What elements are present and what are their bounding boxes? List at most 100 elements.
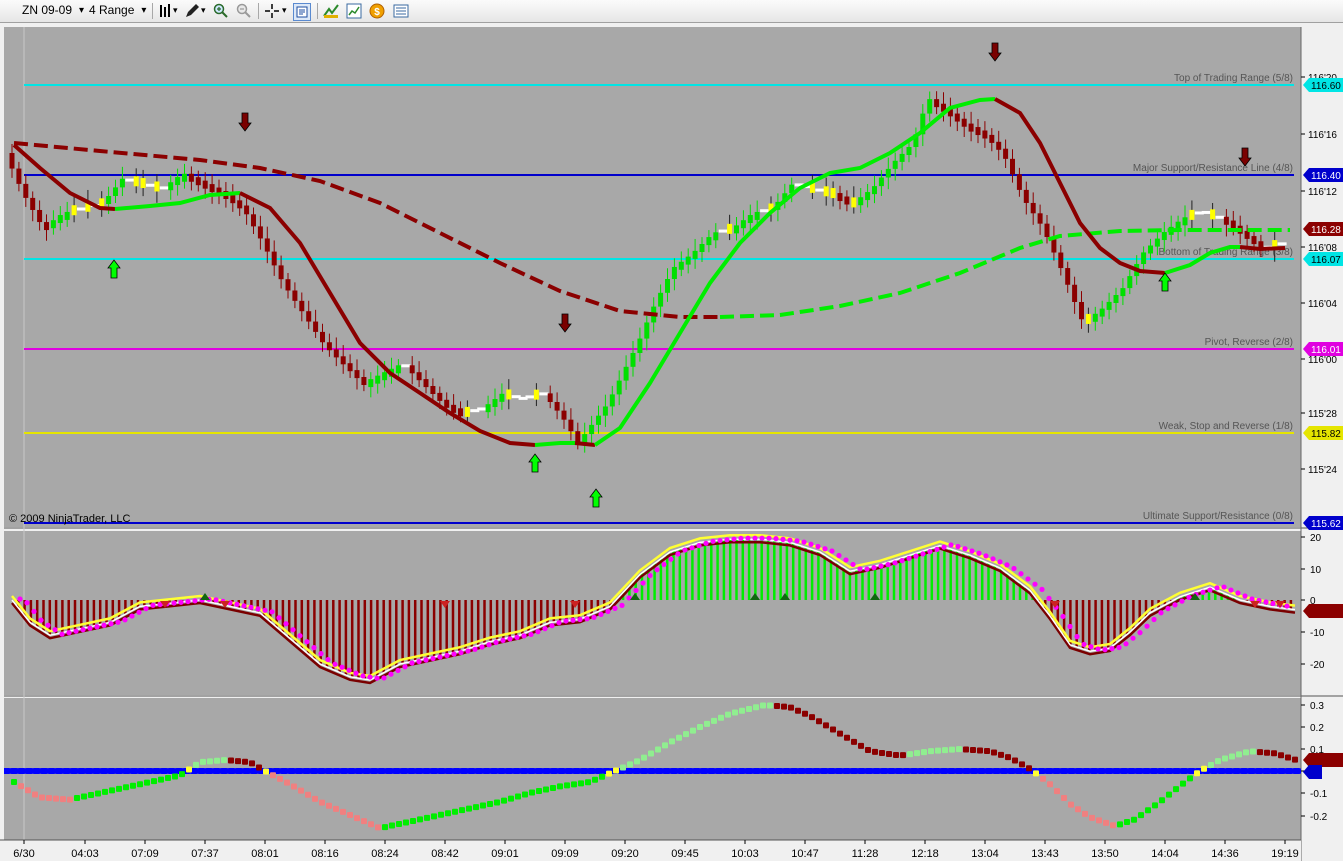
chart-properties-icon[interactable] (346, 3, 362, 19)
price-bar (154, 181, 160, 192)
dot-marker (192, 598, 198, 604)
price-bar (416, 372, 422, 381)
dot-marker (962, 546, 968, 552)
draw-pencil-icon[interactable] (184, 3, 200, 19)
level-label: Top of Trading Range (5/8) (1174, 73, 1293, 84)
momentum-dot (550, 784, 556, 791)
momentum-dot (746, 706, 752, 713)
momentum-dot (613, 767, 619, 774)
chart-area[interactable]: Top of Trading Range (5/8) Major Support/… (0, 23, 1343, 861)
price-tag-value: 115.82 (1311, 429, 1341, 440)
dot-marker (731, 536, 737, 542)
price-bar (395, 365, 401, 374)
price-bar (865, 192, 871, 201)
price-bar (830, 188, 836, 199)
momentum-dot (795, 707, 801, 714)
osc-value-tag (1303, 604, 1343, 618)
price-axis-label: 115'28 (1308, 409, 1337, 420)
price-bar (1058, 252, 1064, 269)
momentum-dot (431, 813, 437, 820)
money-icon[interactable]: $ (369, 3, 385, 19)
momentum-dot (1278, 752, 1284, 759)
dot-marker (773, 536, 779, 542)
dot-marker (332, 661, 338, 667)
dot-marker (899, 558, 905, 564)
momentum-dot (389, 822, 395, 829)
momentum-dot (886, 750, 892, 757)
price-bar (602, 406, 608, 416)
bar-style-icon[interactable] (157, 3, 173, 19)
momentum-dot (592, 776, 598, 783)
momentum-dot (760, 702, 766, 709)
dot-marker (143, 606, 149, 612)
price-bar (1085, 313, 1091, 324)
dot-marker (948, 542, 954, 548)
price-bar (851, 197, 857, 208)
momentum-dot (403, 819, 409, 826)
price-bar (568, 419, 574, 432)
price-bar (451, 404, 457, 413)
price-bar (823, 186, 829, 197)
momentum-dot (11, 779, 17, 785)
momentum-dot (473, 804, 479, 811)
dot-marker (934, 546, 940, 553)
dot-marker (710, 538, 716, 544)
momentum-dot (620, 764, 626, 771)
dot-marker (822, 546, 828, 552)
dot-marker (584, 616, 590, 622)
price-bar (485, 404, 491, 413)
instrument-selector[interactable]: ZN 09-09 (22, 2, 84, 19)
price-bar (133, 176, 139, 187)
period-selector[interactable]: 4 Range (89, 2, 147, 19)
momentum-dot (319, 799, 325, 806)
price-bar (64, 211, 70, 220)
momentum-dot (445, 810, 451, 817)
momentum-dot (837, 730, 843, 737)
time-axis-label: 08:16 (311, 848, 339, 860)
momentum-dot (137, 781, 143, 788)
draw-dropdown-icon[interactable]: ▾ (201, 2, 206, 19)
price-bar (285, 279, 291, 291)
zoom-in-icon[interactable] (213, 3, 229, 19)
dot-marker (1102, 647, 1108, 653)
dot-marker (325, 656, 331, 663)
doji-bar (477, 407, 487, 411)
momentum-dot (1082, 810, 1088, 817)
price-axis-label: 115'24 (1308, 465, 1337, 476)
momentum-dot (18, 783, 24, 790)
dot-marker (1235, 590, 1241, 596)
crosshair-icon[interactable] (264, 3, 280, 19)
bar-style-dropdown-icon[interactable]: ▾ (173, 2, 178, 19)
price-bar (1154, 238, 1160, 247)
price-tag-value: 116.07 (1311, 255, 1341, 266)
indicator-list-icon[interactable] (393, 3, 409, 19)
crosshair-dropdown-icon[interactable]: ▾ (282, 2, 287, 19)
dot-marker (31, 608, 37, 615)
time-axis-label: 09:20 (611, 848, 639, 860)
momentum-dot (1215, 758, 1221, 765)
momentum-dot (830, 726, 836, 733)
price-bar (202, 180, 208, 189)
osc-axis-label: -0.2 (1310, 812, 1328, 823)
price-bar (271, 251, 277, 266)
dot-marker (465, 648, 471, 654)
svg-text:$: $ (374, 7, 380, 18)
osc-zero-tag (1303, 765, 1322, 779)
price-tag-value: 116.60 (1311, 81, 1341, 92)
price-bar (623, 366, 629, 381)
momentum-dot (1180, 780, 1186, 787)
dot-marker (129, 613, 135, 619)
momentum-dot (984, 747, 990, 754)
price-bar (278, 265, 284, 280)
price-bar (382, 372, 388, 381)
price-bar (975, 127, 981, 136)
oscillator-panel[interactable] (4, 531, 1301, 695)
price-panel[interactable] (4, 27, 1301, 527)
dot-marker (108, 621, 114, 627)
momentum-dot (151, 778, 157, 785)
momentum-dot (1208, 761, 1214, 768)
data-box-icon[interactable] (293, 3, 311, 21)
momentum-dot (200, 758, 206, 765)
strategy-icon[interactable] (323, 3, 339, 19)
zoom-out-icon[interactable] (236, 3, 252, 19)
